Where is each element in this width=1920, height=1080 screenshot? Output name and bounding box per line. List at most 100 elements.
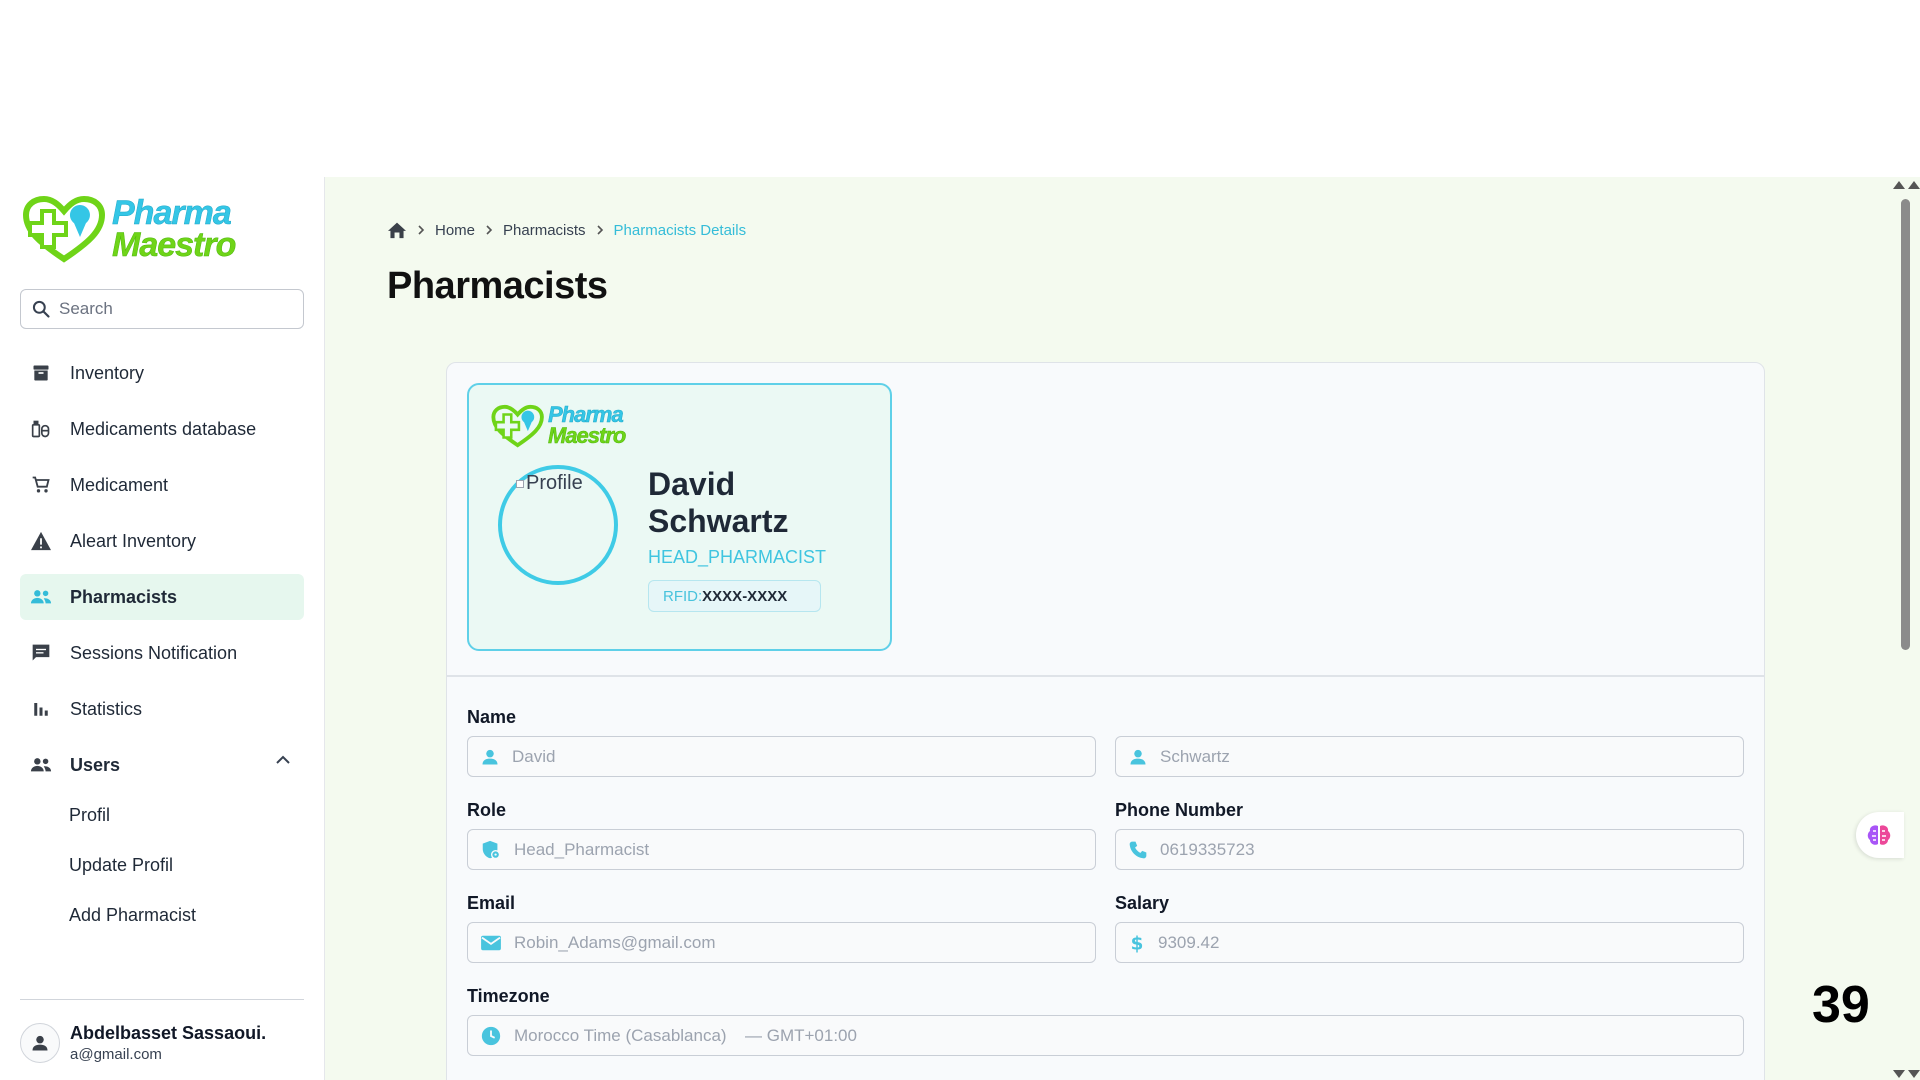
breadcrumb-home[interactable]: Home xyxy=(435,222,475,239)
brand-line2: Maestro xyxy=(548,423,627,448)
role-field[interactable] xyxy=(467,829,1096,870)
sidebar-divider xyxy=(20,999,304,1000)
sidebar: Pharma Maestro Inventory Medicaments dat… xyxy=(0,177,325,1080)
search-icon xyxy=(32,300,50,318)
timezone-input[interactable] xyxy=(514,1025,735,1046)
avatar xyxy=(20,1023,60,1063)
last-name-field[interactable] xyxy=(1115,736,1744,777)
breadcrumb: Home Pharmacists Pharmacists Details xyxy=(387,221,746,239)
profile-alt-text: Profile xyxy=(526,472,583,494)
id-card-logo: Pharma Maestro xyxy=(489,403,627,449)
profile-photo: Profile xyxy=(516,472,583,495)
sidebar-item-statistics[interactable]: Statistics xyxy=(20,686,304,732)
person-icon xyxy=(482,749,498,764)
users-submenu: Profil Update Profil Add Pharmacist xyxy=(20,790,304,940)
timezone-label: Timezone xyxy=(467,986,550,1006)
group-icon xyxy=(30,758,52,772)
sidebar-item-aleart-inventory[interactable]: Aleart Inventory xyxy=(20,518,304,564)
role-input[interactable] xyxy=(514,839,1068,860)
sidebar-item-sessions-notification[interactable]: Sessions Notification xyxy=(20,630,304,676)
sidebar-item-label: Inventory xyxy=(70,362,145,383)
first-name-field[interactable] xyxy=(467,736,1096,777)
email-input[interactable] xyxy=(514,932,1068,953)
email-label: Email xyxy=(467,893,516,913)
bar-chart-icon xyxy=(34,703,48,716)
dollar-icon: $ xyxy=(1131,933,1144,954)
sidebar-item-users[interactable]: Users xyxy=(20,742,304,788)
pharma-cross-heart-icon xyxy=(491,404,544,448)
ai-assistant-button[interactable] xyxy=(1856,812,1904,858)
search-box[interactable] xyxy=(20,289,304,329)
sidebar-item-label: Users xyxy=(70,754,121,775)
sidebar-item-label: Medicament xyxy=(70,474,169,495)
svg-text:$: $ xyxy=(1131,933,1144,954)
brand-logo[interactable]: Pharma Maestro xyxy=(20,193,237,265)
sidebar-item-medicaments-database[interactable]: Medicaments database xyxy=(20,406,304,452)
scroll-up-arrow-icon[interactable] xyxy=(1893,181,1905,189)
admin-shield-icon xyxy=(482,840,501,859)
name-label: Name xyxy=(467,707,517,727)
salary-field[interactable]: $ xyxy=(1115,922,1744,963)
page-title: Pharmacists xyxy=(387,265,608,307)
timezone-offset: — GMT+01:00 xyxy=(745,1025,857,1045)
sidebar-subitem-add-pharmacist[interactable]: Add Pharmacist xyxy=(69,890,304,940)
salary-label: Salary xyxy=(1115,893,1170,913)
brand-line1: Pharma xyxy=(112,193,232,232)
person-icon xyxy=(1130,749,1146,764)
home-icon[interactable] xyxy=(387,221,407,239)
timezone-field[interactable]: — GMT+01:00 xyxy=(467,1015,1744,1056)
cart-icon xyxy=(32,476,50,493)
first-name-input[interactable] xyxy=(512,746,1066,767)
id-card-role: HEAD_PHARMACIST xyxy=(648,547,827,567)
brand-line2: Maestro xyxy=(112,226,237,264)
sidebar-subitem-profil[interactable]: Profil xyxy=(69,790,304,840)
chevron-right-icon xyxy=(486,225,493,235)
rfid-label: RFID: xyxy=(663,587,703,605)
page-scrollbar[interactable] xyxy=(1890,177,1920,1080)
rfid-value: XXXX-XXXX xyxy=(702,587,788,605)
pharmacist-details-card: Pharma Maestro Profile David Schwartz HE… xyxy=(446,362,1765,1080)
sidebar-item-medicament[interactable]: Medicament xyxy=(20,462,304,508)
scrollbar-thumb[interactable] xyxy=(1901,199,1910,650)
sidebar-item-pharmacists[interactable]: Pharmacists xyxy=(20,574,304,620)
current-user[interactable]: Abdelbasset Sassaoui. a@gmail.com xyxy=(20,1023,266,1063)
sidebar-item-label: Pharmacists xyxy=(70,586,178,607)
last-name-input[interactable] xyxy=(1160,746,1714,767)
scroll-up-arrow-icon[interactable] xyxy=(1908,181,1920,189)
user-email: a@gmail.com xyxy=(70,1046,162,1063)
app-shell: Pharma Maestro Inventory Medicaments dat… xyxy=(0,177,1920,1080)
id-card: Pharma Maestro Profile David Schwartz HE… xyxy=(467,383,892,651)
sidebar-item-label: Aleart Inventory xyxy=(70,530,197,551)
mail-icon xyxy=(481,935,501,950)
scroll-down-arrow-icon[interactable] xyxy=(1893,1070,1905,1078)
id-card-name: David Schwartz xyxy=(648,466,868,540)
phone-icon xyxy=(1129,841,1147,858)
email-field[interactable] xyxy=(467,922,1096,963)
breadcrumb-pharmacists[interactable]: Pharmacists xyxy=(503,222,586,239)
main-content: Home Pharmacists Pharmacists Details Pha… xyxy=(325,177,1920,1080)
group-icon xyxy=(30,590,52,604)
card-divider xyxy=(447,675,1764,677)
search-input[interactable] xyxy=(59,299,289,319)
person-icon xyxy=(32,1035,48,1051)
phone-input[interactable] xyxy=(1160,839,1714,860)
phone-label: Phone Number xyxy=(1115,800,1244,820)
id-card-first-name: David xyxy=(648,466,736,502)
brain-icon xyxy=(1867,825,1891,845)
phone-field[interactable] xyxy=(1115,829,1744,870)
user-name: Abdelbasset Sassaoui. xyxy=(70,1023,267,1043)
sidebar-item-label: Statistics xyxy=(70,698,143,719)
pharma-cross-heart-icon xyxy=(22,195,106,263)
id-card-last-name: Schwartz xyxy=(648,503,789,539)
chevron-right-icon xyxy=(596,225,603,235)
chat-icon xyxy=(32,644,50,661)
clock-icon xyxy=(481,1026,501,1045)
scroll-down-arrow-icon[interactable] xyxy=(1908,1070,1920,1078)
broken-image-icon xyxy=(516,479,524,488)
breadcrumb-current: Pharmacists Details xyxy=(613,221,747,239)
sidebar-item-inventory[interactable]: Inventory xyxy=(20,350,304,396)
chevron-up-icon[interactable] xyxy=(276,755,290,765)
sidebar-subitem-update-profil[interactable]: Update Profil xyxy=(69,840,304,890)
salary-input[interactable] xyxy=(1158,932,1712,953)
pills-icon xyxy=(31,420,50,438)
